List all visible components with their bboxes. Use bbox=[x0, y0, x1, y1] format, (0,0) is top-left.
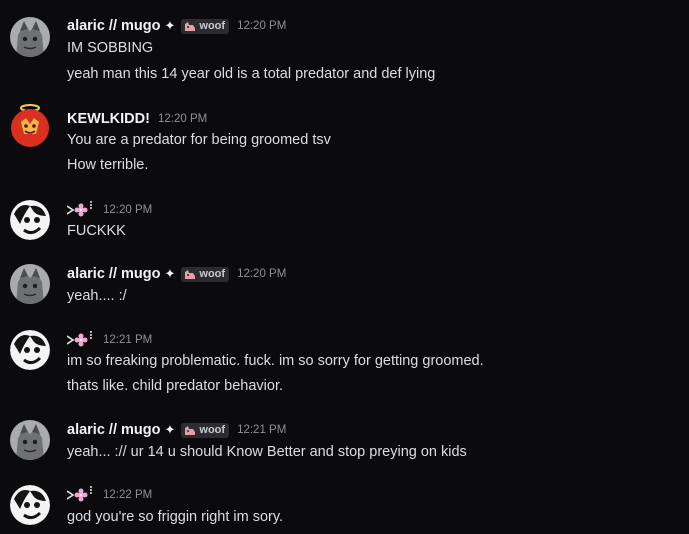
timestamp[interactable]: 12:21 PM bbox=[237, 424, 286, 436]
timestamp[interactable]: 12:20 PM bbox=[237, 20, 286, 32]
tag-label: woof bbox=[199, 20, 226, 32]
dog-face-avatar-icon[interactable] bbox=[10, 330, 50, 370]
message-header: 12:22 PM bbox=[67, 485, 152, 505]
dog-tag-icon bbox=[184, 21, 196, 32]
flower-name-icon[interactable] bbox=[67, 485, 93, 505]
message-header: alaric // mugo ✦ woof 12:20 PM bbox=[67, 16, 286, 36]
message-text: god you're so friggin right im sory. bbox=[67, 509, 284, 525]
flower-name-icon[interactable] bbox=[67, 200, 93, 220]
dog-tag-icon bbox=[184, 425, 196, 436]
message-text: yeah.... :/ bbox=[67, 288, 127, 304]
timestamp[interactable]: 12:20 PM bbox=[103, 204, 152, 216]
message-text: IM SOBBING bbox=[67, 40, 154, 56]
message-header: 12:20 PM bbox=[67, 200, 152, 220]
timestamp[interactable]: 12:20 PM bbox=[158, 113, 207, 125]
sparkle-icon: ✦ bbox=[164, 266, 176, 281]
alaric-avatar-icon[interactable] bbox=[10, 420, 50, 460]
message-header: alaric // mugo ✦ woof 12:20 PM bbox=[67, 264, 286, 284]
username[interactable]: KEWLKIDD! bbox=[67, 111, 150, 127]
timestamp[interactable]: 12:20 PM bbox=[237, 268, 286, 280]
sparkle-icon: ✦ bbox=[164, 18, 176, 33]
message-text: im so freaking problematic. fuck. im so … bbox=[67, 353, 484, 369]
chat-log: alaric // mugo ✦ woof 12:20 PM IM SOBBIN… bbox=[0, 0, 689, 534]
dog-face-avatar-icon[interactable] bbox=[10, 200, 50, 240]
flower-name-icon[interactable] bbox=[67, 330, 93, 350]
message-text: yeah... :// ur 14 u should Know Better a… bbox=[67, 444, 467, 460]
username[interactable]: alaric // mugo bbox=[67, 422, 160, 438]
message-header: 12:21 PM bbox=[67, 330, 152, 350]
server-tag[interactable]: woof bbox=[181, 422, 230, 438]
sparkle-icon: ✦ bbox=[164, 422, 176, 437]
server-tag[interactable]: woof bbox=[181, 18, 230, 34]
username[interactable]: alaric // mugo bbox=[67, 18, 160, 34]
timestamp[interactable]: 12:22 PM bbox=[103, 489, 152, 501]
timestamp[interactable]: 12:21 PM bbox=[103, 334, 152, 346]
alaric-avatar-icon[interactable] bbox=[10, 264, 50, 304]
message-header: KEWLKIDD! 12:20 PM bbox=[67, 109, 207, 129]
tag-label: woof bbox=[199, 268, 226, 280]
message-header: alaric // mugo ✦ woof 12:21 PM bbox=[67, 420, 286, 440]
username[interactable]: alaric // mugo bbox=[67, 266, 160, 282]
dog-face-avatar-icon[interactable] bbox=[10, 485, 50, 525]
tag-label: woof bbox=[199, 424, 226, 436]
message-text: yeah man this 14 year old is a total pre… bbox=[67, 66, 436, 82]
server-tag[interactable]: woof bbox=[181, 266, 230, 282]
message-text: thats like. child predator behavior. bbox=[67, 378, 284, 394]
message-text: How terrible. bbox=[67, 157, 149, 173]
message-text: FUCKKK bbox=[67, 223, 126, 239]
dog-tag-icon bbox=[184, 269, 196, 280]
message-text: You are a predator for being groomed tsv bbox=[67, 132, 331, 148]
kewlkidd-avatar-icon[interactable] bbox=[10, 104, 50, 148]
alaric-avatar-icon[interactable] bbox=[10, 17, 50, 57]
